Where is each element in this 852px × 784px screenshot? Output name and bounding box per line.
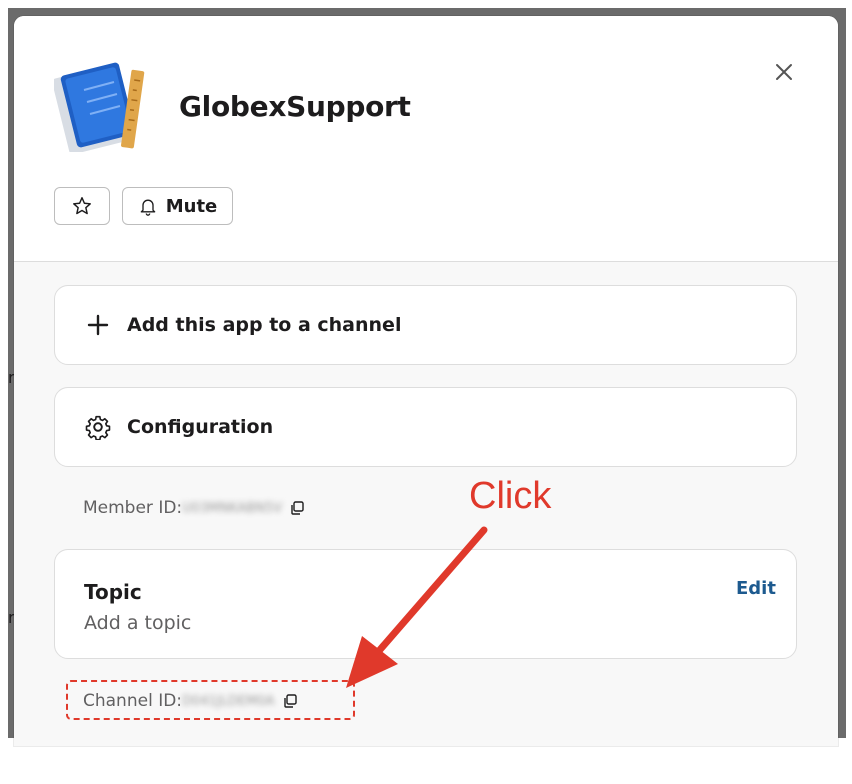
configuration-button[interactable]: Configuration bbox=[54, 387, 797, 467]
add-app-to-channel-button[interactable]: Add this app to a channel bbox=[54, 285, 797, 365]
mute-button[interactable]: Mute bbox=[122, 187, 233, 225]
blueprint-book-icon bbox=[54, 62, 145, 152]
member-id-row: Member ID: U03MNKABN5V bbox=[83, 498, 306, 518]
topic-placeholder[interactable]: Add a topic bbox=[84, 612, 191, 634]
bell-icon bbox=[140, 199, 156, 216]
mute-button-label: Mute bbox=[165, 195, 218, 217]
annotation-highlight-box bbox=[66, 680, 355, 720]
plus-icon bbox=[85, 312, 111, 338]
configuration-label: Configuration bbox=[127, 416, 274, 438]
add-app-label: Add this app to a channel bbox=[127, 314, 402, 336]
app-profile-dialog: GlobexSupport Mute Add this app to a cha… bbox=[14, 16, 838, 746]
topic-title: Topic bbox=[84, 580, 142, 604]
gear-icon bbox=[85, 414, 111, 440]
member-id-label: Member ID: bbox=[83, 498, 183, 518]
close-icon bbox=[776, 64, 792, 80]
annotation-click-text: Click bbox=[469, 475, 552, 517]
app-name-title: GlobexSupport bbox=[179, 90, 411, 123]
edit-topic-link[interactable]: Edit bbox=[736, 578, 776, 599]
copy-icon bbox=[291, 501, 304, 515]
member-id-value: U03MNKABN5V bbox=[182, 500, 283, 516]
copy-member-id-button[interactable] bbox=[288, 499, 306, 517]
star-button[interactable] bbox=[54, 187, 110, 225]
topic-card: Topic Add a topic Edit bbox=[54, 549, 797, 659]
dialog-header: GlobexSupport Mute bbox=[14, 16, 838, 262]
close-button[interactable] bbox=[768, 56, 800, 88]
star-icon bbox=[73, 197, 91, 215]
